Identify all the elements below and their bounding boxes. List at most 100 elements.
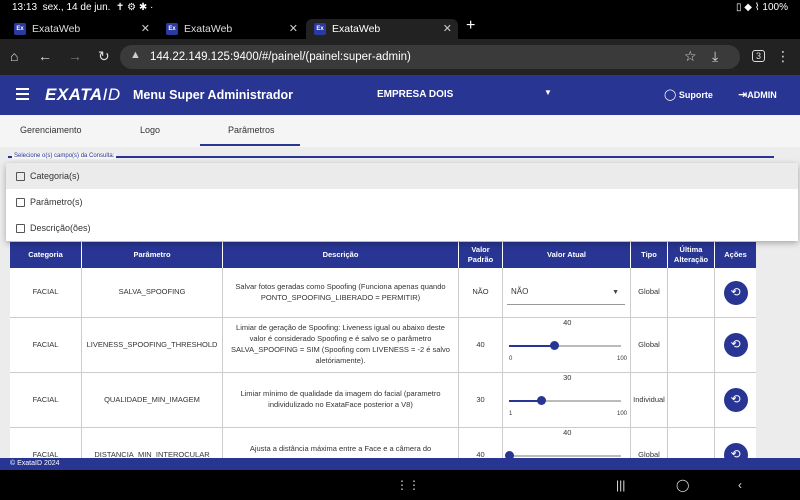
admin-button[interactable]: ⇥ADMIN — [738, 88, 777, 101]
query-fields-select[interactable] — [8, 156, 774, 158]
reset-button[interactable]: ⟲ — [723, 333, 748, 357]
cell-categoria: FACIAL — [10, 268, 82, 317]
status-battery: ▯ ◆ ⌇ 100% — [736, 2, 788, 13]
app-header: EXATAID Menu Super Administrador EMPRESA… — [0, 75, 800, 115]
home-circle-icon[interactable]: ◯ — [676, 478, 689, 492]
chevron-down-icon: ▼ — [612, 288, 619, 296]
browser-tab-title: ExataWeb — [332, 23, 381, 35]
cell-categoria: FACIAL — [10, 373, 82, 427]
cell-descricao: Ajusta a distância máxima entre a Face e… — [223, 428, 459, 458]
tab-parametros[interactable]: Parâmetros — [228, 125, 275, 135]
home-icon[interactable]: ⌂ — [10, 48, 18, 64]
tab-count-button[interactable]: 3 — [752, 50, 766, 62]
close-icon[interactable]: ✕ — [289, 22, 298, 35]
hamburger-menu-icon[interactable] — [16, 88, 29, 100]
reset-button[interactable]: ⟲ — [723, 388, 748, 412]
back-icon[interactable]: ← — [38, 48, 52, 64]
cell-acoes: ⟲ — [715, 268, 756, 317]
system-nav-bar: ⋮⋮ ||| ◯ ‹ — [0, 470, 800, 500]
cell-valor-padrao: NÃO — [459, 268, 503, 317]
close-icon[interactable]: ✕ — [443, 22, 452, 35]
table-row: FACIAL LIVENESS_SPOOFING_THRESHOLD Limia… — [10, 318, 756, 373]
slider-value: 40 — [563, 318, 572, 327]
checkbox[interactable] — [16, 198, 25, 207]
slider-value: 30 — [563, 373, 572, 382]
option-descricoes[interactable]: Descrição(ões) — [6, 215, 798, 241]
value-select[interactable]: NÃO ▼ — [507, 281, 625, 305]
download-icon[interactable]: ⤓ — [712, 48, 718, 65]
cell-descricao: Limiar mínimo de qualidade da imagem do … — [223, 373, 459, 427]
new-tab-button[interactable]: + — [466, 17, 475, 35]
page-content: Gerenciamento Logo Parâmetros Selecione … — [0, 115, 800, 458]
favicon-icon: Ex — [14, 23, 26, 35]
menu-icon[interactable]: ⋮ — [776, 48, 790, 65]
browser-tab-title: ExataWeb — [32, 23, 81, 35]
table-row: FACIAL QUALIDADE_MIN_IMAGEM Limiar mínim… — [10, 373, 756, 428]
cell-tipo: Global — [631, 428, 668, 458]
cell-ultima-alteracao — [668, 373, 715, 427]
column-header[interactable]: Categoria — [10, 242, 82, 268]
whatsapp-icon: ◯ — [664, 89, 677, 101]
table-row: FACIAL DISTANCIA_MIN_INTEROCULAR Ajusta … — [10, 428, 756, 458]
close-icon[interactable]: ✕ — [141, 22, 150, 35]
column-header[interactable]: Valor Padrão — [459, 242, 503, 268]
reset-button[interactable]: ⟲ — [723, 280, 748, 305]
footer: © ExataID 2024 — [0, 458, 800, 470]
url-text: 144.22.149.125:9400/#/painel/(painel:sup… — [150, 51, 411, 63]
tab-logo[interactable]: Logo — [140, 125, 160, 135]
tab-gerenciamento[interactable]: Gerenciamento — [20, 125, 82, 135]
column-header[interactable]: Ações — [715, 242, 756, 268]
option-label: Descrição(ões) — [30, 223, 91, 233]
reload-icon[interactable]: ↻ — [98, 48, 110, 65]
site-info-icon[interactable]: ▲ — [130, 49, 141, 61]
slider-thumb[interactable] — [537, 396, 547, 405]
option-label: Parâmetro(s) — [30, 197, 83, 207]
cell-valor-atual: 40 — [503, 428, 631, 458]
slider-max: 100 — [616, 411, 627, 417]
address-bar[interactable]: ▲ 144.22.149.125:9400/#/painel/(painel:s… — [120, 45, 740, 69]
slider-min: 0 — [509, 356, 513, 362]
cell-valor-atual: 30 1 100 — [503, 373, 631, 427]
bookmark-star-icon[interactable]: ☆ — [684, 48, 697, 65]
option-categorias[interactable]: Categoria(s) — [6, 163, 798, 189]
cell-categoria: FACIAL — [10, 428, 82, 458]
cell-parametro: SALVA_SPOOFING — [82, 268, 223, 317]
column-header[interactable]: Parâmetro — [82, 242, 223, 268]
slider-max: 100 — [616, 356, 627, 362]
slider-thumb[interactable] — [505, 451, 514, 458]
browser-tab-active[interactable]: Ex ExataWeb ✕ — [306, 19, 458, 39]
favicon-icon: Ex — [166, 23, 178, 35]
reset-button[interactable]: ⟲ — [723, 443, 748, 458]
recents-icon[interactable]: ||| — [616, 478, 625, 492]
cell-descricao: Limiar de geração de Spoofing: Liveness … — [223, 318, 459, 372]
browser-tab[interactable]: Ex ExataWeb ✕ — [158, 19, 304, 39]
cell-tipo: Global — [631, 268, 668, 317]
apps-grid-icon[interactable]: ⋮⋮ — [396, 478, 420, 492]
chevron-down-icon[interactable]: ▼ — [544, 88, 552, 97]
column-header[interactable]: Tipo — [631, 242, 668, 268]
column-header[interactable]: Valor Atual — [503, 242, 631, 268]
tab-bar: Gerenciamento Logo Parâmetros — [0, 115, 800, 147]
cell-acoes: ⟲ — [715, 318, 756, 372]
active-tab-indicator — [200, 144, 300, 146]
browser-toolbar: ⌂ ← → ↻ ▲ 144.22.149.125:9400/#/painel/(… — [0, 39, 800, 75]
cell-parametro: QUALIDADE_MIN_IMAGEM — [82, 373, 223, 427]
column-header[interactable]: Última Alteração — [668, 242, 715, 268]
restore-icon: ⟲ — [730, 284, 741, 299]
slider-thumb[interactable] — [549, 341, 559, 350]
support-button[interactable]: ◯ Suporte — [664, 88, 713, 101]
cell-ultima-alteracao — [668, 428, 715, 458]
browser-tab[interactable]: Ex ExataWeb ✕ — [6, 19, 156, 39]
column-header[interactable]: Descrição — [223, 242, 459, 268]
cell-acoes: ⟲ — [715, 373, 756, 427]
checkbox[interactable] — [16, 224, 25, 233]
cell-valor-padrao: 40 — [459, 318, 503, 372]
forward-icon[interactable]: → — [68, 48, 82, 64]
option-parametros[interactable]: Parâmetro(s) — [6, 189, 798, 215]
restore-icon: ⟲ — [730, 447, 741, 458]
table-row: FACIAL SALVA_SPOOFING Salvar fotos gerad… — [10, 268, 756, 318]
cell-valor-atual: NÃO ▼ — [503, 268, 631, 317]
company-select[interactable]: EMPRESA DOIS — [377, 89, 453, 100]
back-chevron-icon[interactable]: ‹ — [738, 478, 742, 492]
checkbox[interactable] — [16, 172, 25, 181]
